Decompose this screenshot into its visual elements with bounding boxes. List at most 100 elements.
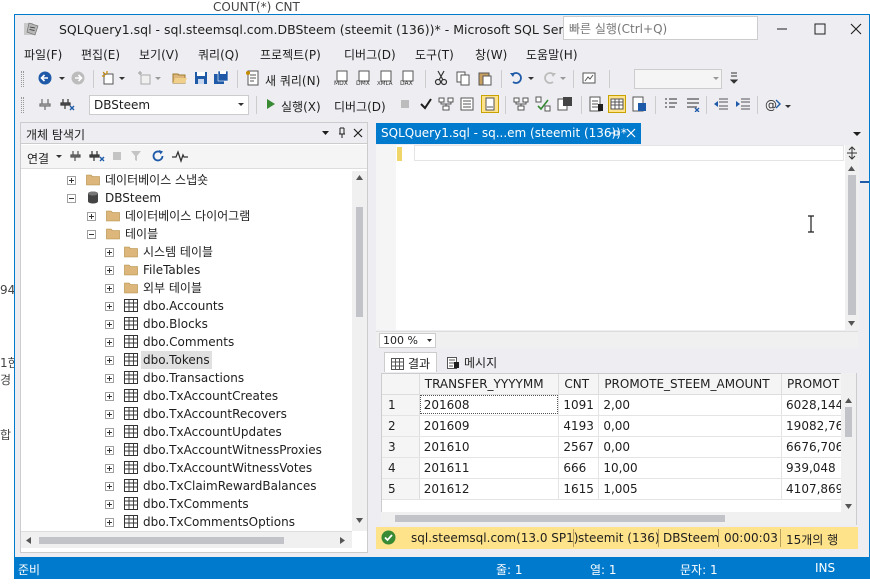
scroll-down-icon[interactable] (355, 517, 364, 524)
column-header[interactable]: PROMOTE_STEEM_AMOUNT (598, 374, 783, 395)
chevron-down-icon[interactable] (712, 70, 720, 86)
results-to-file-icon[interactable] (631, 96, 647, 112)
row-number[interactable]: 1 (382, 394, 420, 416)
tree-node[interactable]: DBSteem (67, 189, 161, 207)
filter-icon[interactable] (130, 150, 142, 162)
editor-vertical-scrollbar[interactable] (845, 145, 859, 330)
screenshot-icon[interactable] (581, 70, 597, 86)
expand-icon[interactable] (67, 176, 76, 185)
chevron-down-icon[interactable] (154, 70, 162, 86)
tab-list-dropdown-icon[interactable] (851, 126, 863, 140)
connect-plug-icon[interactable] (69, 149, 83, 163)
split-view-icon[interactable] (846, 146, 858, 160)
menu-edit[interactable]: 편집(E) (81, 46, 120, 63)
database-select[interactable]: DBSteem (89, 95, 249, 115)
results-grid[interactable]: TRANSFER_YYYYMM CNT PROMOTE_STEEM_AMOUNT… (381, 373, 857, 525)
tree-node[interactable]: FileTables (105, 261, 200, 279)
expand-icon[interactable] (105, 356, 114, 365)
expand-icon[interactable] (105, 266, 114, 275)
save-icon[interactable] (193, 70, 209, 86)
tree-node[interactable]: dbo.TxAccountCreates (105, 387, 278, 405)
solution-config-select[interactable] (634, 69, 722, 89)
menu-view[interactable]: 보기(V) (139, 46, 179, 63)
tree-node[interactable]: dbo.Transactions (105, 369, 244, 387)
execute-icon[interactable] (263, 96, 279, 112)
chevron-down-icon[interactable] (58, 70, 66, 86)
dmx-icon[interactable]: DMX (355, 70, 371, 86)
close-icon[interactable] (626, 128, 636, 138)
tree-node[interactable]: dbo.Tokens (105, 351, 212, 369)
grid-cell[interactable]: 201608 (419, 394, 560, 416)
expand-icon[interactable] (105, 500, 114, 509)
tree-node[interactable]: dbo.TxComments (105, 495, 249, 513)
expand-icon[interactable] (87, 212, 96, 221)
results-to-grid-icon[interactable] (608, 95, 626, 113)
add-item-icon[interactable] (137, 70, 153, 86)
chevron-down-icon[interactable] (559, 70, 567, 86)
pin-icon[interactable] (609, 128, 619, 138)
pin-icon[interactable] (337, 127, 347, 139)
tree-node[interactable]: dbo.Accounts (105, 297, 224, 315)
paste-icon[interactable] (477, 70, 493, 86)
tab-messages[interactable]: 메시지 (441, 352, 503, 372)
expand-icon[interactable] (105, 410, 114, 419)
specify-values-icon[interactable]: @ (765, 96, 781, 112)
tree-node[interactable]: 테이블 (87, 225, 158, 243)
save-all-icon[interactable] (213, 70, 229, 86)
results-to-text-icon[interactable] (588, 96, 604, 112)
tab-sqlquery1[interactable]: SQLQuery1.sql - sq...em (steemit (136))* (376, 123, 641, 144)
expand-icon[interactable] (105, 428, 114, 437)
back-icon[interactable] (37, 70, 53, 86)
new-query-icon[interactable] (245, 70, 261, 86)
scroll-up-icon[interactable] (355, 174, 364, 181)
forward-icon[interactable] (70, 70, 86, 86)
live-stats-icon[interactable] (535, 96, 551, 112)
chevron-down-icon[interactable] (55, 154, 63, 160)
query-options-icon[interactable] (481, 95, 499, 113)
grid-cell[interactable]: 666 (558, 457, 600, 479)
query-editor[interactable] (376, 145, 858, 330)
menu-debug[interactable]: 디버그(D) (344, 46, 396, 63)
scroll-down-icon[interactable] (844, 503, 853, 510)
grid-cell[interactable]: 0,00 (598, 436, 783, 458)
tree-node[interactable]: dbo.TxAccountWitnessProxies (105, 441, 322, 459)
menu-query[interactable]: 쿼리(Q) (198, 46, 239, 63)
grid-cell[interactable]: 2567 (558, 436, 600, 458)
grid-cell[interactable]: 1615 (558, 478, 600, 500)
grid-cell[interactable]: 1091 (558, 394, 600, 416)
scrollbar-thumb[interactable] (356, 207, 363, 317)
tree-node[interactable]: dbo.TxAccountWitnessVotes (105, 459, 312, 477)
row-number[interactable]: 5 (382, 478, 420, 500)
undo-icon[interactable] (509, 70, 525, 86)
menu-file[interactable]: 파일(F) (24, 46, 62, 63)
activity-monitor-icon[interactable] (171, 149, 189, 163)
panel-menu-icon[interactable] (321, 129, 330, 138)
query-designer-icon[interactable] (459, 96, 475, 112)
actual-plan-icon[interactable] (513, 96, 529, 112)
change-connection-icon[interactable] (59, 96, 75, 112)
estimated-plan-icon[interactable] (438, 96, 454, 112)
parse-check-icon[interactable] (418, 96, 434, 112)
column-header[interactable]: TRANSFER_YYYYMM (419, 374, 560, 395)
results-horizontal-scrollbar[interactable] (381, 512, 841, 525)
chevron-down-icon[interactable] (527, 70, 535, 86)
connect-icon[interactable] (37, 96, 53, 112)
tree-node[interactable]: dbo.TxAccountRecovers (105, 405, 287, 423)
collapse-icon[interactable] (87, 230, 96, 239)
stop-icon[interactable] (397, 96, 413, 112)
menu-window[interactable]: 창(W) (475, 46, 507, 63)
zoom-select[interactable]: 100 % (379, 333, 436, 348)
minimize-button[interactable] (767, 19, 797, 39)
grid-cell[interactable]: 1,005 (598, 478, 783, 500)
scrollbar-thumb[interactable] (848, 175, 856, 315)
expand-icon[interactable] (105, 284, 114, 293)
row-number[interactable]: 2 (382, 415, 420, 437)
tree-node[interactable]: dbo.Comments (105, 333, 234, 351)
column-header-rownum[interactable] (382, 374, 420, 395)
menu-help[interactable]: 도움말(H) (526, 46, 578, 63)
quick-launch-input[interactable]: 빠른 실행(Ctrl+Q) (563, 16, 758, 40)
mdx-icon[interactable]: MDX (333, 70, 349, 86)
collapse-icon[interactable] (67, 194, 76, 203)
scroll-down-icon[interactable] (847, 320, 856, 327)
expand-icon[interactable] (105, 446, 114, 455)
